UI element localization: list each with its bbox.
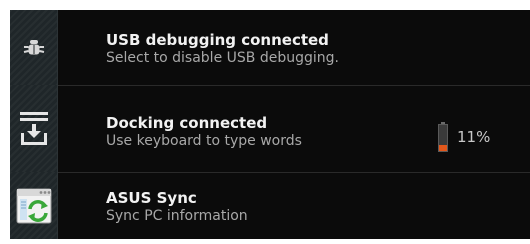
notification-title: ASUS Sync [106,189,197,207]
notification-subtitle: Select to disable USB debugging. [106,50,339,66]
notification-title: Docking connected [106,114,268,132]
notification-icon-cell [10,10,58,85]
notification-subtitle: Use keyboard to type words [106,133,302,149]
notification-usb-debugging[interactable]: USB debugging connected Select to disabl… [10,10,530,85]
notification-icon-cell [10,172,58,239]
battery-percentage: 11% [457,128,491,146]
notification-panel: USB debugging connected Select to disabl… [10,10,530,239]
notification-docking[interactable]: Docking connected Use keyboard to type w… [10,85,530,172]
notification-title: USB debugging connected [106,31,329,49]
battery-icon [438,122,448,156]
dock-download-icon [19,111,48,145]
notification-text: ASUS Sync Sync PC information [106,189,248,225]
bug-icon [23,39,44,54]
battery-level-fill [439,145,447,151]
notification-subtitle: Sync PC information [106,208,248,224]
notification-text: Docking connected Use keyboard to type w… [106,114,302,150]
notification-asus-sync[interactable]: ASUS Sync Sync PC information [10,172,530,239]
notification-text: USB debugging connected Select to disabl… [106,31,339,67]
asus-sync-icon [16,188,51,223]
notification-icon-cell [10,85,58,172]
